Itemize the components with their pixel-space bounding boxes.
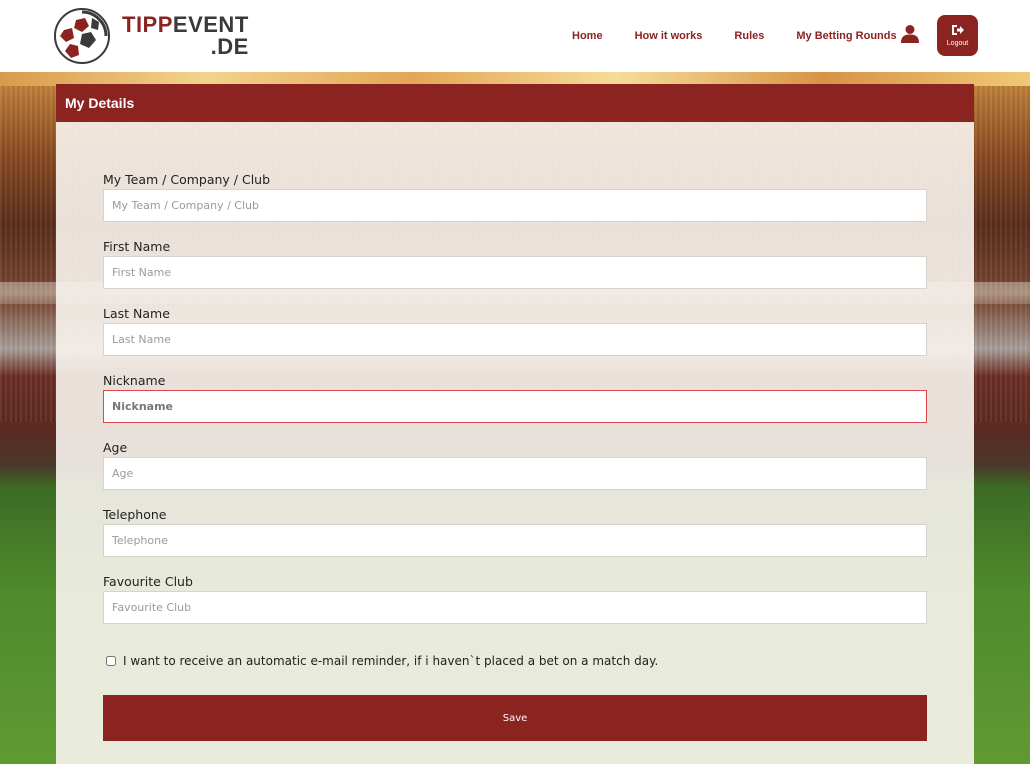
first-name-input[interactable] <box>103 256 927 289</box>
logout-button[interactable]: Logout <box>937 15 978 56</box>
field-nickname-label: Nickname <box>103 373 166 388</box>
user-icon[interactable] <box>900 24 920 44</box>
telephone-input[interactable] <box>103 524 927 557</box>
field-age: Age <box>103 439 927 490</box>
field-team: My Team / Company / Club <box>103 171 927 222</box>
field-last-name-label: Last Name <box>103 306 170 321</box>
site-header: TIPPEVENT .DE Home How it works Rules My… <box>0 0 1030 72</box>
field-favourite-club-label: Favourite Club <box>103 574 193 589</box>
soccer-ball-icon <box>54 8 110 64</box>
save-button[interactable]: Save <box>103 695 927 741</box>
nickname-input[interactable] <box>103 390 927 423</box>
field-telephone: Telephone <box>103 506 927 557</box>
last-name-input[interactable] <box>103 323 927 356</box>
field-last-name: Last Name <box>103 305 927 356</box>
favourite-club-input[interactable] <box>103 591 927 624</box>
panel-header: My Details <box>56 84 974 122</box>
reminder-label[interactable]: I want to receive an automatic e-mail re… <box>123 654 658 668</box>
logout-icon <box>952 25 964 35</box>
nav-rules[interactable]: Rules <box>734 30 764 42</box>
field-first-name-label: First Name <box>103 239 171 254</box>
field-first-name: First Name <box>103 238 927 289</box>
logo-text-domain: .DE <box>210 34 249 59</box>
nav-my-betting-rounds[interactable]: My Betting Rounds <box>796 30 896 42</box>
age-input[interactable] <box>103 457 927 490</box>
field-telephone-label: Telephone <box>103 507 167 522</box>
nav-how-it-works[interactable]: How it works <box>635 30 703 42</box>
nav-home[interactable]: Home <box>572 30 603 42</box>
logo-text-part1: TIPP <box>122 12 173 37</box>
field-favourite-club: Favourite Club <box>103 573 927 624</box>
team-input[interactable] <box>103 189 927 222</box>
panel-title: My Details <box>65 95 135 111</box>
field-nickname: Nickname <box>103 372 927 423</box>
logo-wordmark: TIPPEVENT .DE <box>122 14 249 58</box>
site-logo[interactable]: TIPPEVENT .DE <box>52 4 272 68</box>
field-age-label: Age <box>103 440 128 455</box>
logout-label: Logout <box>946 40 969 47</box>
main-nav: Home How it works Rules My Betting Round… <box>560 0 929 72</box>
reminder-option: I want to receive an automatic e-mail re… <box>106 654 658 668</box>
details-form: My Team / Company / Club First Name Last… <box>56 122 974 764</box>
reminder-checkbox[interactable] <box>106 656 116 666</box>
field-team-label: My Team / Company / Club <box>103 172 271 187</box>
